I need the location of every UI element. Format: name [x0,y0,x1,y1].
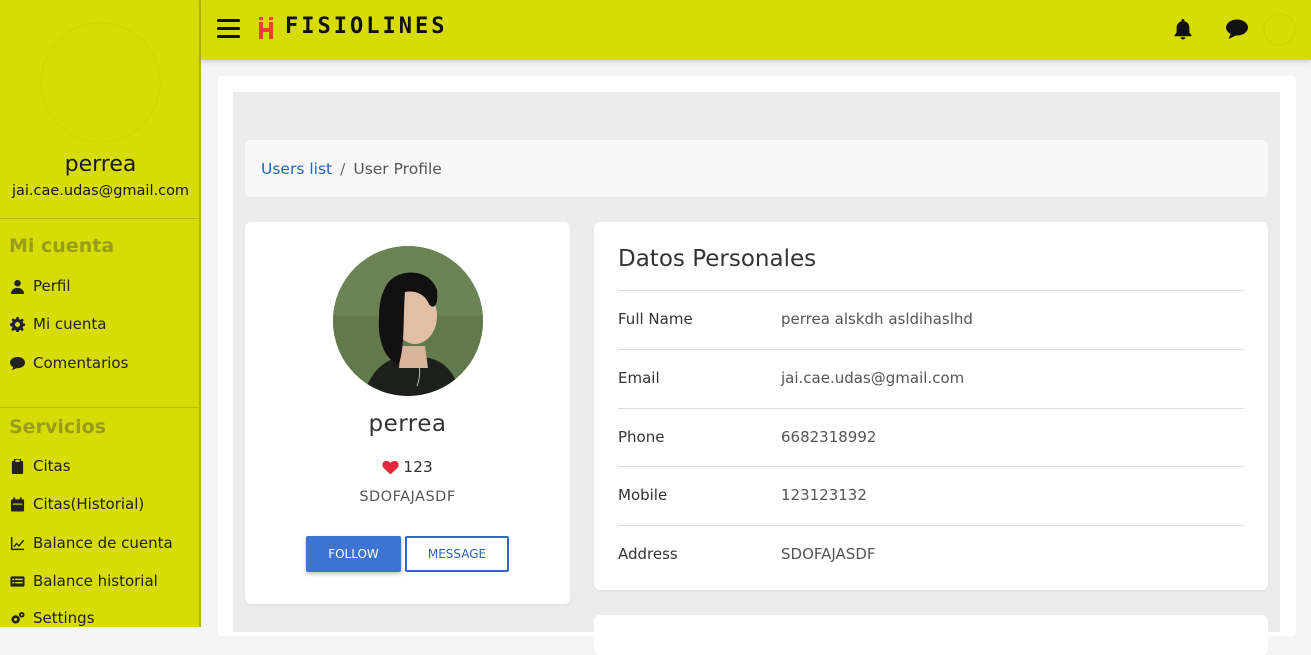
divider [618,466,1244,467]
breadcrumb-current: User Profile [353,159,442,178]
divider [0,218,199,219]
sidebar-item-citas-historial[interactable]: Citas(Historial) [9,493,144,515]
sidebar-item-label: Balance historial [33,572,158,590]
sidebar-item-label: Perfil [33,277,71,295]
sidebar: perrea jai.cae.udas@gmail.com Mi cuenta … [0,0,201,627]
personal-data-card: Datos Personales Full Name perrea alskdh… [594,222,1268,590]
user-icon [9,278,25,294]
sidebar-item-label: Citas(Historial) [33,495,145,513]
bell-icon[interactable] [1171,17,1197,43]
sidebar-item-label: Settings [33,609,95,627]
user-avatar[interactable] [1264,14,1295,45]
gear-icon [9,316,25,332]
card-title: Datos Personales [618,246,817,272]
sidebar-item-label: Balance de cuenta [33,534,173,552]
detail-label-mobile: Mobile [618,486,668,504]
breadcrumb: Users list / User Profile [245,140,1268,197]
sidebar-avatar[interactable] [41,23,160,142]
brand-logo-icon [259,17,273,39]
sidebar-item-label: Citas [33,457,71,475]
section-title-servicios: Servicios [9,416,106,438]
sidebar-user-name: perrea [64,152,137,177]
card-list-icon [9,573,25,589]
menu-icon[interactable] [217,19,240,39]
sidebar-item-balance-de-cuenta[interactable]: Balance de cuenta [9,532,173,554]
sidebar-item-label: Comentarios [33,354,129,372]
divider [618,408,1244,409]
breadcrumb-link-users-list[interactable]: Users list [261,160,332,178]
section-title-mi-cuenta: Mi cuenta [9,235,115,257]
sidebar-user-email: jai.cae.udas@gmail.com [11,183,190,199]
calendar-icon [9,496,25,512]
sidebar-item-comentarios[interactable]: Comentarios [9,352,128,374]
sidebar-item-perfil[interactable]: Perfil [9,275,71,297]
line-chart-icon [9,535,25,551]
profile-likes: 123 [245,458,570,476]
likes-count: 123 [403,458,433,476]
topbar: FISIOLINES [201,0,1311,60]
brand-name[interactable]: FISIOLINES [285,14,447,39]
profile-photo [333,246,483,396]
sidebar-item-label: Mi cuenta [33,315,107,333]
chat-icon[interactable] [1225,17,1251,43]
profile-address: SDOFAJASDF [359,489,456,505]
detail-label-address: Address [618,545,678,563]
detail-value-phone: 6682318992 [781,428,877,446]
detail-value-mobile: 123123132 [781,486,867,504]
clipboard-icon [9,458,25,474]
sidebar-item-mi-cuenta[interactable]: Mi cuenta [9,313,106,335]
detail-value-full-name: perrea alskdh asldihaslhd [781,310,973,328]
detail-value-email: jai.cae.udas@gmail.com [781,369,965,387]
heart-icon [382,460,399,475]
profile-card: perrea 123 SDOFAJASDF FOLLOW MESSAGE [245,222,570,604]
divider [618,525,1244,526]
divider [618,349,1244,350]
detail-value-address: SDOFAJASDF [781,545,876,563]
follow-button[interactable]: FOLLOW [306,536,401,572]
profile-name: perrea [368,411,447,437]
breadcrumb-separator: / [340,159,346,178]
secondary-card [594,615,1268,655]
detail-label-phone: Phone [618,428,665,446]
divider [618,290,1244,291]
comment-icon [9,355,25,371]
sidebar-item-citas[interactable]: Citas [9,455,71,477]
message-button[interactable]: MESSAGE [405,536,509,572]
divider [0,407,199,408]
sidebar-item-balance-historial[interactable]: Balance historial [9,570,158,592]
sidebar-item-settings[interactable]: Settings [9,607,95,627]
detail-label-email: Email [618,369,660,387]
gears-icon [9,610,25,626]
detail-label-full-name: Full Name [618,310,693,328]
